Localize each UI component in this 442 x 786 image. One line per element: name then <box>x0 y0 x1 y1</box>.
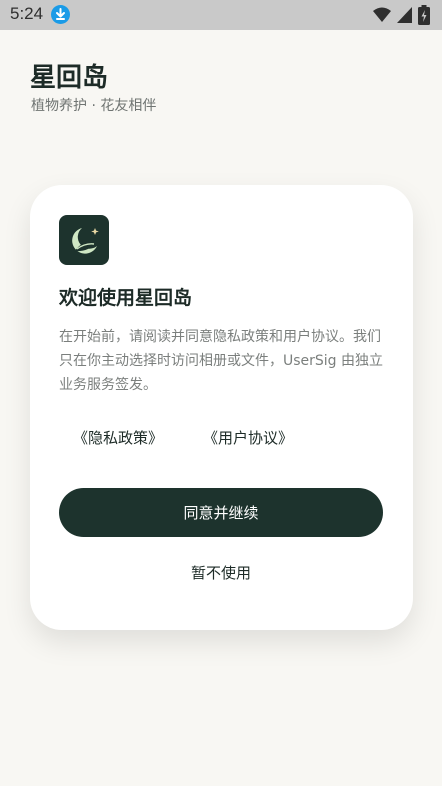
download-icon <box>51 5 70 24</box>
wifi-icon <box>373 7 391 22</box>
not-now-button[interactable]: 暂不使用 <box>59 559 383 585</box>
privacy-policy-link[interactable]: 《隐私政策》 <box>73 427 163 449</box>
user-agreement-link[interactable]: 《用户协议》 <box>203 427 293 449</box>
battery-icon <box>418 5 430 25</box>
signal-icon <box>397 7 412 23</box>
consent-description: 在开始前，请阅读并同意隐私政策和用户协议。我们只在你主动选择时访问相册或文件，U… <box>59 329 384 393</box>
leaf-moon-logo-icon <box>59 215 109 265</box>
welcome-title: 欢迎使用星回岛 <box>59 287 193 309</box>
app-subtitle: 植物养护 · 花友相伴 <box>31 98 157 114</box>
agree-continue-button[interactable]: 同意并继续 <box>59 488 383 537</box>
app-title: 星回岛 <box>30 63 109 93</box>
consent-card: 欢迎使用星回岛 在开始前，请阅读并同意隐私政策和用户协议。我们只在你主动选择时访… <box>30 185 413 630</box>
status-icons <box>373 5 430 25</box>
status-time: 5:24 <box>10 4 44 23</box>
status-bar: 5:24 <box>0 0 442 30</box>
